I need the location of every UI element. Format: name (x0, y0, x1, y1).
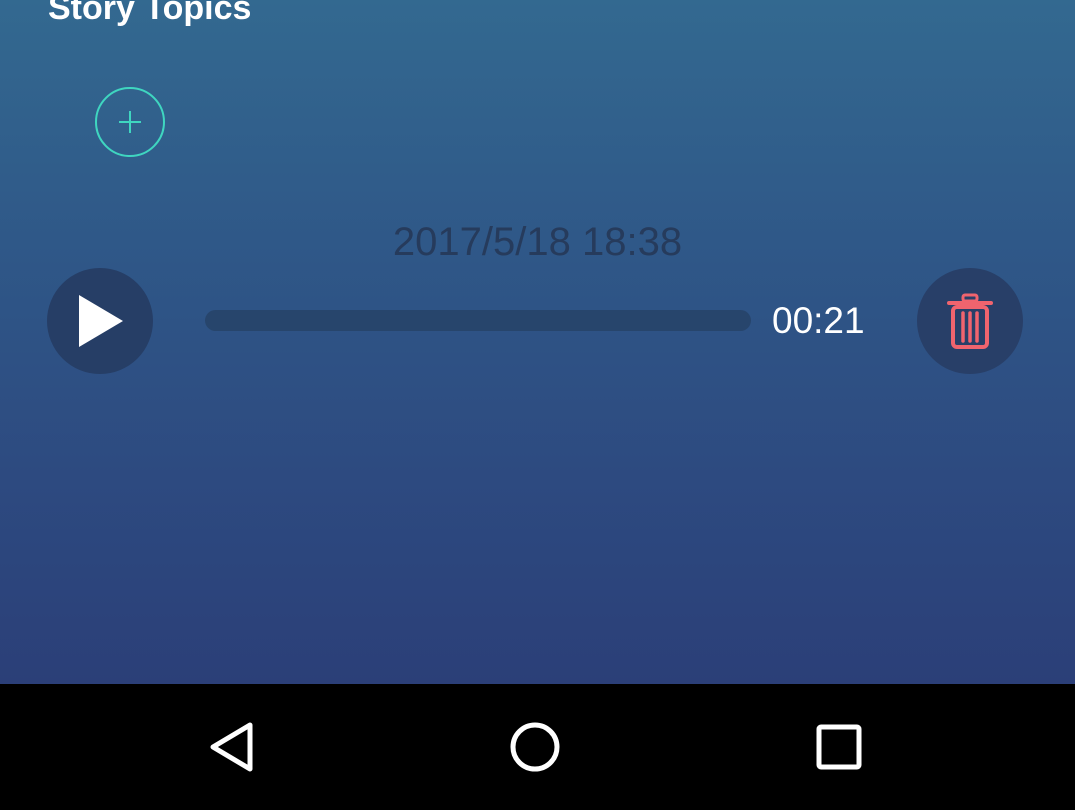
recording-duration: 00:21 (772, 300, 865, 341)
nav-home-button[interactable] (475, 684, 595, 810)
nav-back-button[interactable] (172, 684, 292, 810)
play-button[interactable] (47, 268, 153, 374)
play-icon (79, 295, 123, 347)
recording-date: 2017/5/18 18:38 (392, 220, 683, 264)
nav-recents-button[interactable] (779, 684, 899, 810)
trash-icon (947, 293, 993, 349)
delete-recording-button[interactable] (917, 268, 1023, 374)
playback-progress-bar[interactable] (205, 310, 751, 331)
add-topic-button[interactable] (95, 87, 165, 157)
app-screen: Story Topics 2017/5/18 18:38 00:21 (0, 0, 1075, 684)
recents-square-icon (816, 724, 862, 770)
home-circle-icon (510, 722, 560, 772)
plus-icon (119, 111, 141, 133)
page-title: Story Topics (48, 0, 252, 27)
system-navigation-bar (0, 684, 1075, 810)
back-triangle-icon (210, 722, 253, 772)
